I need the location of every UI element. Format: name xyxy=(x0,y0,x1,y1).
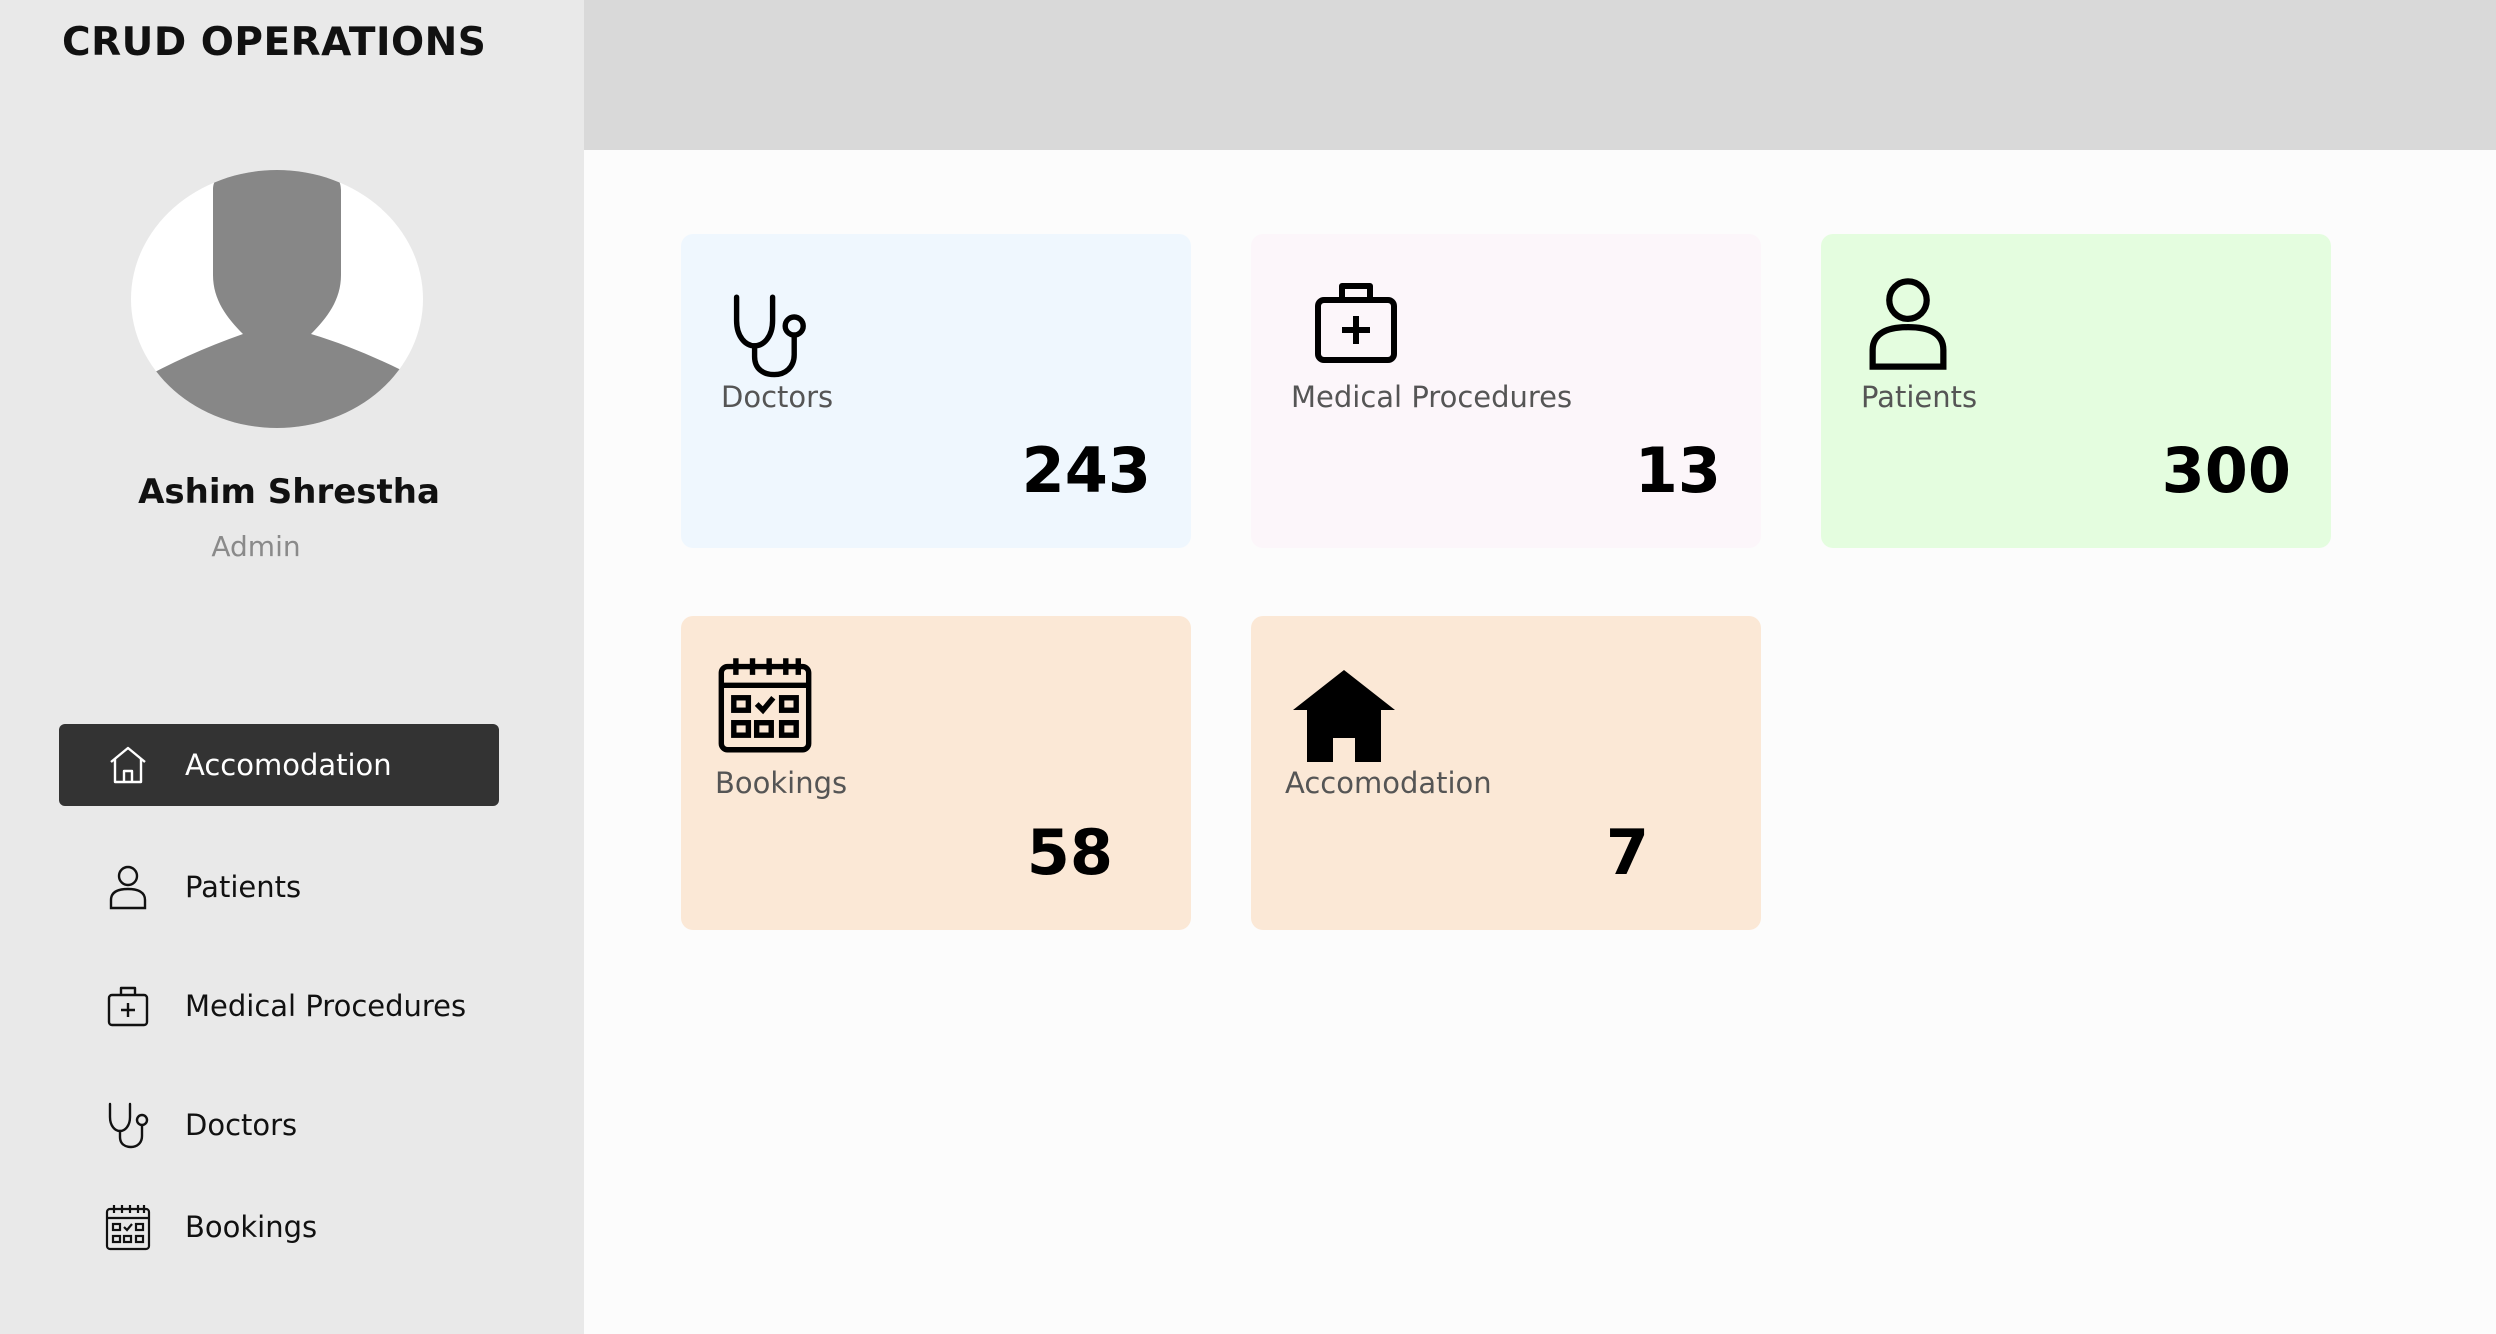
sidebar-item-label: Accomodation xyxy=(185,748,392,782)
sidebar-item-medical-procedures[interactable]: Medical Procedures xyxy=(59,965,499,1047)
card-label: Accomodation xyxy=(1285,766,1492,800)
calendar-icon xyxy=(103,1202,153,1252)
home-outline-icon xyxy=(103,740,153,790)
user-icon xyxy=(1856,268,1960,382)
stethoscope-icon xyxy=(103,1100,153,1150)
card-medical-procedures[interactable]: Medical Procedures 13 xyxy=(1251,234,1761,548)
top-bar xyxy=(584,0,2496,150)
user-silhouette-icon xyxy=(131,170,421,428)
card-label: Medical Procedures xyxy=(1291,380,1573,414)
card-value: 13 xyxy=(1634,434,1721,507)
sidebar-item-bookings[interactable]: Bookings xyxy=(59,1186,499,1268)
stethoscope-icon xyxy=(724,289,814,385)
card-label: Patients xyxy=(1861,380,1978,414)
card-doctors[interactable]: Doctors 243 xyxy=(681,234,1191,548)
app-title: CRUD OPERATIONS xyxy=(62,20,487,65)
card-value: 243 xyxy=(1021,434,1151,507)
medical-kit-icon xyxy=(103,981,153,1031)
home-filled-icon xyxy=(1291,668,1397,766)
sidebar-item-label: Patients xyxy=(185,870,302,904)
medical-kit-icon xyxy=(1306,272,1406,376)
card-bookings[interactable]: Bookings 58 xyxy=(681,616,1191,930)
sidebar-item-doctors[interactable]: Doctors xyxy=(59,1084,499,1166)
card-patients[interactable]: Patients 300 xyxy=(1821,234,2331,548)
card-value: 7 xyxy=(1605,816,1649,889)
sidebar-item-accomodation[interactable]: Accomodation xyxy=(59,724,499,806)
card-value: 58 xyxy=(1026,816,1113,889)
card-label: Bookings xyxy=(715,766,848,800)
card-value: 300 xyxy=(2161,434,2291,507)
sidebar: CRUD OPERATIONS Ashim Shrestha Admin Acc… xyxy=(0,0,584,1334)
sidebar-item-label: Bookings xyxy=(185,1210,318,1244)
sidebar-item-label: Doctors xyxy=(185,1108,298,1142)
calendar-icon xyxy=(713,652,817,760)
user-role: Admin xyxy=(211,530,301,563)
user-icon xyxy=(103,862,153,912)
user-name: Ashim Shrestha xyxy=(138,472,440,512)
card-accomodation[interactable]: Accomodation 7 xyxy=(1251,616,1761,930)
sidebar-item-patients[interactable]: Patients xyxy=(59,846,499,928)
card-label: Doctors xyxy=(721,380,834,414)
sidebar-item-label: Medical Procedures xyxy=(185,989,467,1023)
avatar xyxy=(131,170,423,428)
